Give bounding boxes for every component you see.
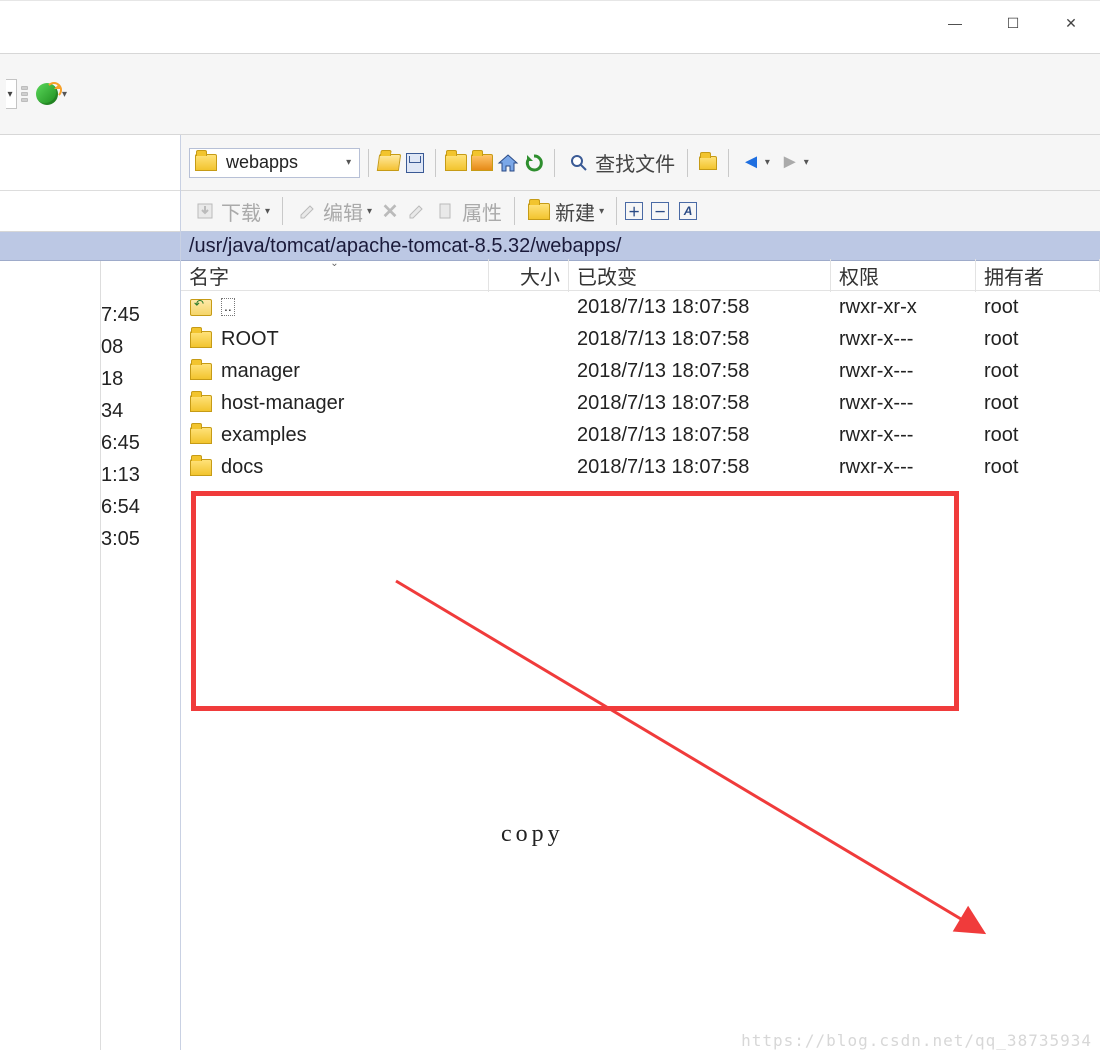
- remote-path-text: /usr/java/tomcat/apache-tomcat-8.5.32/we…: [189, 235, 621, 258]
- file-perm: rwxr-x---: [831, 424, 976, 447]
- folder-icon: [189, 423, 213, 447]
- file-name: docs: [221, 456, 263, 479]
- remote-path-bar[interactable]: /usr/java/tomcat/apache-tomcat-8.5.32/we…: [181, 232, 1100, 261]
- folder-up-icon[interactable]: [444, 151, 468, 175]
- filter-icon[interactable]: [403, 151, 427, 175]
- new-folder-icon: [527, 199, 551, 223]
- forward-button[interactable]: ►▾: [776, 149, 813, 176]
- file-perm: rwxr-x---: [831, 328, 976, 351]
- col-perm[interactable]: 权限: [831, 259, 976, 292]
- file-name: ..: [221, 298, 235, 316]
- file-owner: root: [976, 392, 1100, 415]
- file-owner: root: [976, 456, 1100, 479]
- edit-icon: [295, 199, 319, 223]
- expand-icon[interactable]: ＋: [625, 202, 643, 220]
- sync-icon[interactable]: [696, 151, 720, 175]
- file-name: examples: [221, 424, 307, 447]
- file-owner: root: [976, 360, 1100, 383]
- remote-pane: webapps ▾: [181, 135, 1100, 1050]
- properties-button[interactable]: 属性: [430, 195, 506, 228]
- file-list-header[interactable]: 名字⌄ 大小 已改变 权限 拥有者: [181, 261, 1100, 291]
- rename-icon[interactable]: [404, 199, 428, 223]
- folder-icon: [189, 327, 213, 351]
- folder-icon: [189, 359, 213, 383]
- file-changed: 2018/7/13 18:07:58: [569, 424, 831, 447]
- delete-icon[interactable]: ✕: [378, 199, 402, 223]
- globe-icon: [36, 83, 58, 105]
- toolbar-grip[interactable]: [21, 79, 28, 109]
- file-name: ROOT: [221, 328, 279, 351]
- path-label: webapps: [224, 152, 302, 173]
- maximize-button[interactable]: ☐: [984, 5, 1042, 41]
- file-name: host-manager: [221, 392, 344, 415]
- minimize-button[interactable]: —: [926, 5, 984, 41]
- local-times-fragment: 7:45 08 18 34 6:45 1:13 6:54 3:05: [101, 261, 180, 1050]
- chevron-down-icon: ▾: [342, 157, 355, 168]
- find-files-button[interactable]: 查找文件: [563, 146, 679, 179]
- folder-open-icon[interactable]: [377, 151, 401, 175]
- table-row[interactable]: examples 2018/7/13 18:07:58rwxr-x---root: [181, 419, 1100, 451]
- table-row[interactable]: manager 2018/7/13 18:07:58rwxr-x---root: [181, 355, 1100, 387]
- table-row[interactable]: .. 2018/7/13 18:07:58rwxr-xr-xroot: [181, 291, 1100, 323]
- properties-icon: [434, 199, 458, 223]
- app-window: — ☐ ✕ ▾ ▾ 7:45 08 18 34 6:45: [0, 0, 1100, 1050]
- file-list[interactable]: ..2018/7/13 18:07:58rwxr-xr-xrootROOT201…: [181, 291, 1100, 1050]
- download-icon: [193, 199, 217, 223]
- titlebar: — ☐ ✕: [0, 1, 1100, 53]
- path-combo[interactable]: webapps ▾: [189, 148, 360, 178]
- collapse-icon[interactable]: －: [651, 202, 669, 220]
- file-perm: rwxr-x---: [831, 392, 976, 415]
- refresh-icon[interactable]: [522, 151, 546, 175]
- close-button[interactable]: ✕: [1042, 5, 1100, 41]
- reconnect-button[interactable]: ▾: [32, 81, 71, 107]
- remote-action-toolbar: 下载▾ 编辑▾ ✕ 属性 新建▾ ＋: [181, 191, 1100, 232]
- local-pane: 7:45 08 18 34 6:45 1:13 6:54 3:05: [0, 135, 181, 1050]
- table-row[interactable]: host-manager 2018/7/13 18:07:58rwxr-x---r…: [181, 387, 1100, 419]
- col-owner[interactable]: 拥有者: [976, 259, 1100, 292]
- file-name: manager: [221, 360, 300, 383]
- file-perm: rwxr-xr-x: [831, 296, 976, 319]
- table-row[interactable]: docs 2018/7/13 18:07:58rwxr-x---root: [181, 451, 1100, 483]
- file-changed: 2018/7/13 18:07:58: [569, 296, 831, 319]
- session-dropdown[interactable]: ▾: [6, 79, 17, 109]
- folder-icon: [189, 391, 213, 415]
- folder-icon: [189, 455, 213, 479]
- watermark: https://blog.csdn.net/qq_38735934: [741, 1031, 1092, 1050]
- file-changed: 2018/7/13 18:07:58: [569, 328, 831, 351]
- file-changed: 2018/7/13 18:07:58: [569, 456, 831, 479]
- file-changed: 2018/7/13 18:07:58: [569, 392, 831, 415]
- table-row[interactable]: ROOT 2018/7/13 18:07:58rwxr-x---root: [181, 323, 1100, 355]
- download-button[interactable]: 下载▾: [189, 195, 274, 228]
- file-owner: root: [976, 424, 1100, 447]
- session-toolbar: ▾ ▾: [0, 53, 1100, 135]
- col-name[interactable]: 名字⌄: [181, 259, 489, 292]
- file-perm: rwxr-x---: [831, 360, 976, 383]
- annotation-label: copy: [501, 821, 564, 848]
- back-button[interactable]: ◄▾: [737, 149, 774, 176]
- folder-icon: [194, 151, 218, 175]
- home-icon[interactable]: [496, 151, 520, 175]
- annotation-box: [191, 491, 959, 711]
- file-owner: root: [976, 328, 1100, 351]
- parent-folder-icon: [189, 295, 213, 319]
- file-changed: 2018/7/13 18:07:58: [569, 360, 831, 383]
- search-icon: [567, 151, 591, 175]
- col-changed[interactable]: 已改变: [569, 259, 831, 292]
- remote-nav-toolbar: webapps ▾: [181, 135, 1100, 191]
- col-size[interactable]: 大小: [489, 259, 569, 292]
- main-split: 7:45 08 18 34 6:45 1:13 6:54 3:05 webapp…: [0, 135, 1100, 1050]
- file-perm: rwxr-x---: [831, 456, 976, 479]
- select-all-icon[interactable]: A: [679, 202, 697, 220]
- new-button[interactable]: 新建▾: [523, 195, 608, 228]
- folder-root-icon[interactable]: [470, 151, 494, 175]
- file-owner: root: [976, 296, 1100, 319]
- edit-button[interactable]: 编辑▾: [291, 195, 376, 228]
